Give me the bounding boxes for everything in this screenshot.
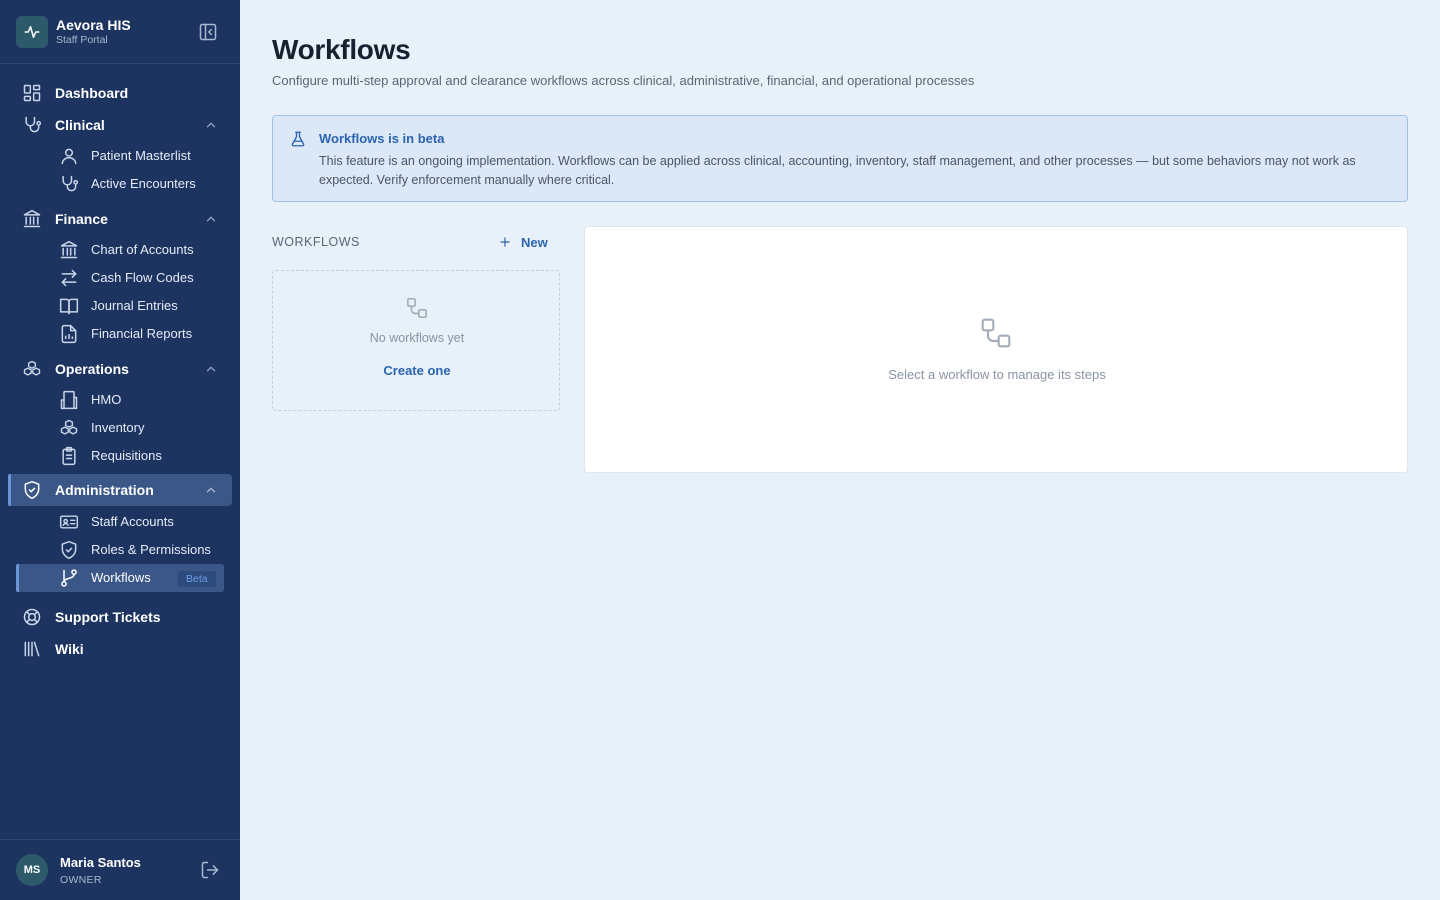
page-title: Workflows — [272, 34, 411, 65]
sidebar-item-label: HMO — [91, 392, 122, 407]
clipboard-icon — [59, 446, 79, 466]
sidebar-item-cash-flow-codes[interactable]: Cash Flow Codes — [16, 264, 224, 292]
sidebar-item-requisitions[interactable]: Requisitions — [16, 442, 224, 470]
library-icon — [22, 639, 42, 659]
sidebar-item-roles-permissions[interactable]: Roles & Permissions — [16, 536, 224, 564]
chevron-up-icon — [204, 212, 218, 226]
avatar[interactable]: MS — [16, 854, 48, 886]
sidebar-item-label: Staff Accounts — [91, 514, 174, 529]
bank-icon — [22, 209, 42, 229]
create-workflow-link[interactable]: Create one — [273, 363, 561, 378]
sidebar: Aevora HIS Staff Portal Dashboard Clinic… — [0, 0, 240, 900]
new-workflow-label: New — [521, 234, 548, 250]
sidebar-item-financial-reports[interactable]: Financial Reports — [16, 320, 224, 348]
sidebar-item-wiki[interactable]: Wiki — [8, 633, 232, 665]
workflow-detail-panel: Select a workflow to manage its steps — [584, 226, 1408, 473]
brand[interactable]: Aevora HIS Staff Portal — [16, 16, 224, 48]
sidebar-item-support-tickets[interactable]: Support Tickets — [8, 601, 232, 633]
banner-text: This feature is an ongoing implementatio… — [319, 154, 1356, 187]
user-name: Maria Santos — [60, 855, 141, 870]
sidebar-item-dashboard[interactable]: Dashboard — [8, 77, 232, 109]
id-card-icon — [59, 512, 79, 532]
bank-icon — [59, 240, 79, 260]
building-icon — [59, 390, 79, 410]
sidebar-item-journal-entries[interactable]: Journal Entries — [16, 292, 224, 320]
sidebar-item-finance[interactable]: Finance — [8, 203, 232, 235]
stethoscope-icon — [59, 174, 79, 194]
banner-title: Workflows is in beta — [319, 131, 445, 146]
sidebar-item-label: Active Encounters — [91, 176, 196, 191]
user-role: OWNER — [60, 874, 102, 886]
sidebar-item-inventory[interactable]: Inventory — [16, 414, 224, 442]
sidebar-item-label: Requisitions — [91, 448, 162, 463]
select-workflow-text: Select a workflow to manage its steps — [888, 367, 1106, 382]
sidebar-item-label: Dashboard — [55, 85, 129, 101]
sidebar-item-chart-of-accounts[interactable]: Chart of Accounts — [16, 236, 224, 264]
sidebar-item-administration[interactable]: Administration — [8, 474, 232, 506]
dashboard-icon — [22, 83, 42, 103]
sidebar-item-clinical[interactable]: Clinical — [8, 109, 232, 141]
sidebar-item-label: Operations — [55, 361, 129, 377]
sidebar-item-label: Financial Reports — [91, 326, 193, 341]
arrows-icon — [59, 268, 79, 288]
sidebar-item-label: Support Tickets — [55, 609, 161, 625]
workflows-header: WORKFLOWS — [272, 235, 360, 249]
flask-icon — [289, 130, 307, 148]
activity-icon — [16, 16, 48, 48]
sidebar-item-patient-masterlist[interactable]: Patient Masterlist — [16, 142, 224, 170]
git-branch-icon — [59, 568, 79, 588]
sidebar-item-label: Workflows — [91, 570, 151, 585]
sidebar-item-workflows[interactable]: Workflows Beta — [16, 564, 224, 592]
workflow-icon — [406, 297, 428, 319]
plus-icon — [498, 235, 512, 249]
sidebar-item-label: Journal Entries — [91, 298, 178, 313]
app-subtitle: Staff Portal — [56, 34, 108, 46]
book-icon — [59, 296, 79, 316]
new-workflow-button[interactable]: New — [498, 232, 554, 252]
sidebar-item-label: Clinical — [55, 117, 105, 133]
workflow-list-empty: No workflows yet Create one — [272, 270, 560, 411]
stethoscope-icon — [22, 115, 42, 135]
sidebar-item-hmo[interactable]: HMO — [16, 386, 224, 414]
sidebar-divider — [0, 63, 240, 64]
sidebar-item-label: Administration — [55, 482, 154, 498]
boxes-icon — [59, 418, 79, 438]
chevron-up-icon — [204, 362, 218, 376]
user-divider — [0, 839, 240, 840]
chevron-up-icon — [204, 118, 218, 132]
sidebar-item-label: Cash Flow Codes — [91, 270, 194, 285]
shield-check-icon — [59, 540, 79, 560]
beta-badge: Beta — [178, 571, 216, 587]
user-icon — [59, 146, 79, 166]
logout-icon[interactable] — [200, 860, 220, 880]
sidebar-item-staff-accounts[interactable]: Staff Accounts — [16, 508, 224, 536]
report-icon — [59, 324, 79, 344]
shield-icon — [22, 480, 42, 500]
sidebar-item-label: Patient Masterlist — [91, 148, 191, 163]
app-name: Aevora HIS — [56, 17, 131, 33]
sidebar-item-operations[interactable]: Operations — [8, 353, 232, 385]
page-description: Configure multi-step approval and cleara… — [272, 73, 975, 88]
workflow-icon — [980, 317, 1012, 349]
boxes-icon — [22, 359, 42, 379]
sidebar-item-active-encounters[interactable]: Active Encounters — [16, 170, 224, 198]
sidebar-item-label: Wiki — [55, 641, 84, 657]
sidebar-item-label: Finance — [55, 211, 108, 227]
empty-workflows-text: No workflows yet — [369, 331, 465, 345]
chevron-up-icon — [204, 483, 218, 497]
sidebar-item-label: Inventory — [91, 420, 145, 435]
beta-banner: Workflows is in beta This feature is an … — [272, 115, 1408, 202]
sidebar-item-label: Chart of Accounts — [91, 242, 194, 257]
sidebar-collapse-icon[interactable] — [198, 22, 218, 42]
sidebar-item-label: Roles & Permissions — [91, 542, 211, 557]
life-buoy-icon — [22, 607, 42, 627]
